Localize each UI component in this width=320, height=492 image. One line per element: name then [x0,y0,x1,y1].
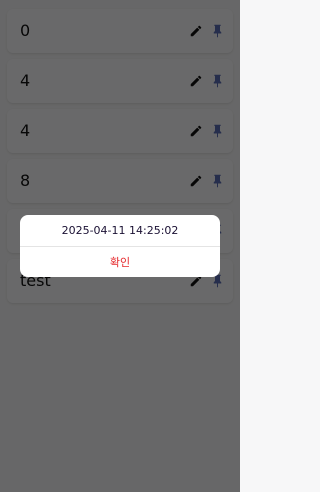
alert-dialog: 2025-04-11 14:25:02 확인 [20,215,220,277]
dialog-message: 2025-04-11 14:25:02 [61,224,179,237]
confirm-button[interactable]: 확인 [20,247,220,277]
